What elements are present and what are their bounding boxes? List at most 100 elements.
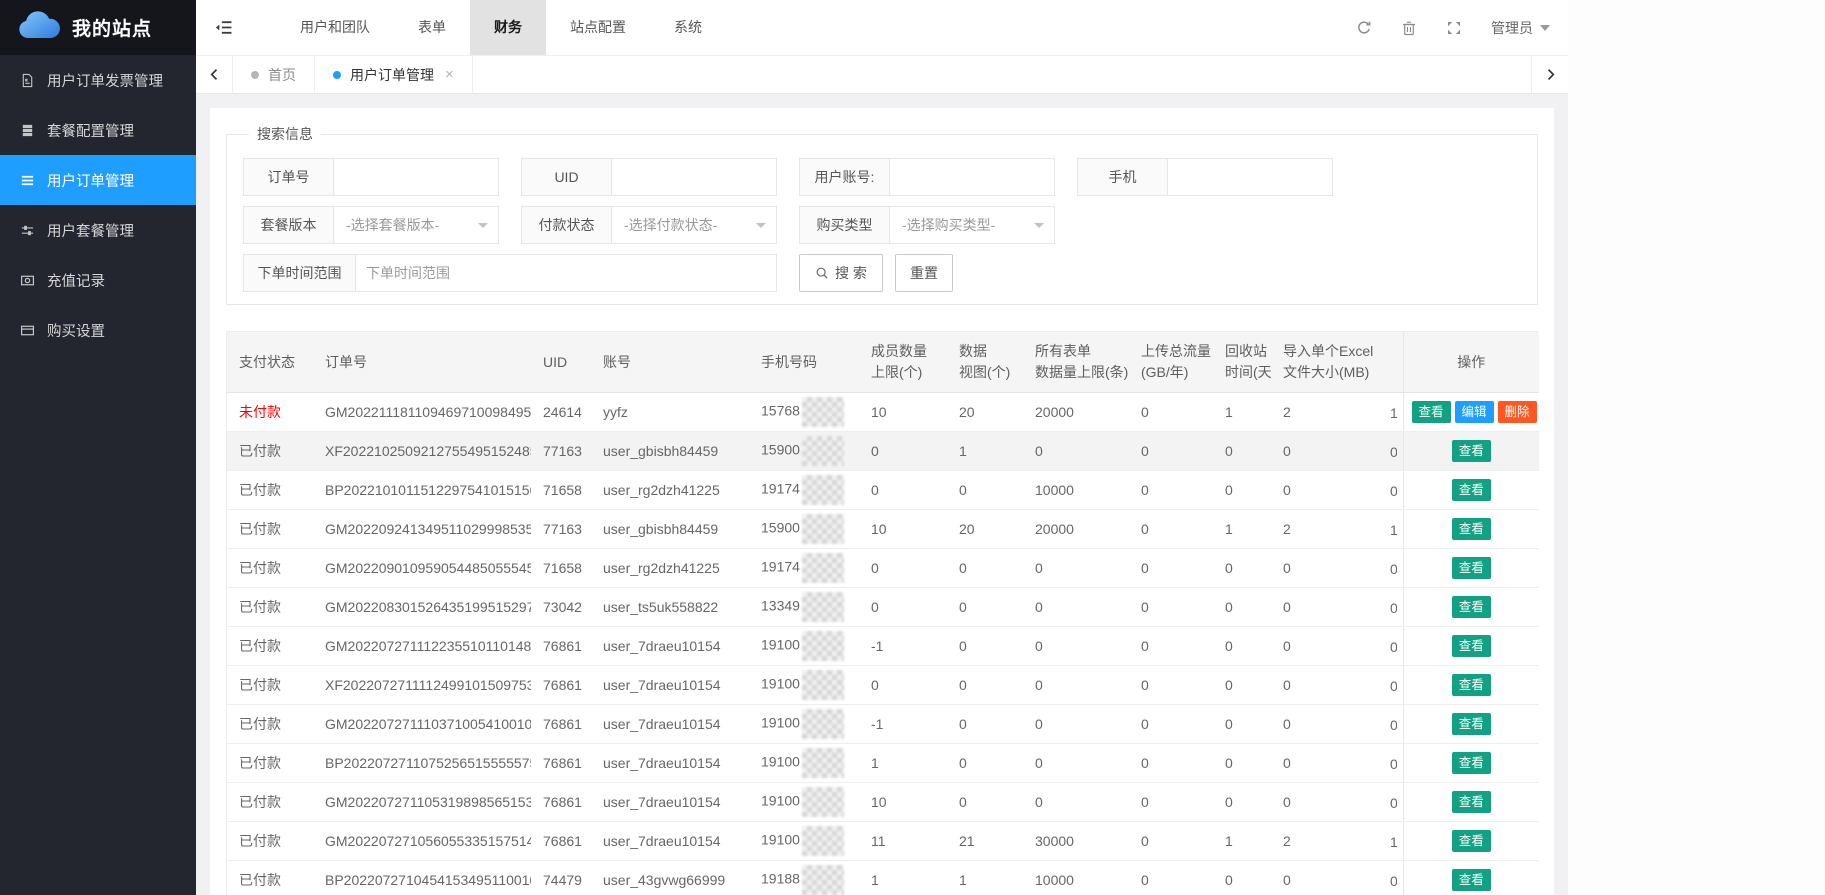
reset-button[interactable]: 重置 bbox=[895, 254, 953, 292]
close-icon[interactable]: × bbox=[445, 67, 454, 82]
data_views-cell: 20 bbox=[947, 393, 1023, 432]
view-button[interactable]: 查看 bbox=[1452, 596, 1491, 618]
sidebar-item[interactable]: 用户套餐管理 bbox=[0, 205, 196, 255]
traffic-cell: 0 bbox=[1129, 627, 1213, 666]
tab-bar: 首页用户订单管理× bbox=[196, 56, 1568, 94]
view-button[interactable]: 查看 bbox=[1452, 830, 1491, 852]
refresh-icon[interactable] bbox=[1356, 20, 1372, 36]
pay-status-select-value: -选择付款状态- bbox=[624, 217, 717, 233]
form_limit-cell: 10000 bbox=[1023, 861, 1129, 895]
phone-blur-mask bbox=[802, 670, 844, 700]
uid-input[interactable] bbox=[611, 158, 777, 196]
column-header-line1: UID bbox=[543, 352, 579, 373]
phone-blur-mask bbox=[802, 436, 844, 466]
time-range-input[interactable] bbox=[355, 254, 777, 292]
top-nav-item[interactable]: 用户和团队 bbox=[276, 0, 394, 55]
phone-cell: 19100 bbox=[749, 744, 859, 783]
truncated-value: 0 bbox=[1390, 561, 1397, 577]
chevron-down-icon bbox=[1034, 223, 1044, 233]
phone-cell: 13349 bbox=[749, 588, 859, 627]
view-button[interactable]: 查看 bbox=[1452, 869, 1491, 891]
phone-blur-mask bbox=[802, 826, 844, 856]
view-button[interactable]: 查看 bbox=[1452, 674, 1491, 696]
hidden_col-cell: 1 bbox=[1387, 822, 1403, 861]
sidebar-item[interactable]: 套餐配置管理 bbox=[0, 105, 196, 155]
open-tabs: 首页用户订单管理× bbox=[233, 56, 473, 93]
sidebar-item[interactable]: 充值记录 bbox=[0, 255, 196, 305]
truncated-value: 0 bbox=[1390, 795, 1397, 811]
collapse-sidebar-icon[interactable] bbox=[214, 19, 234, 36]
phone-prefix: 15768 bbox=[761, 403, 800, 419]
order-no-input[interactable] bbox=[333, 158, 499, 196]
actions-cell: 查看 bbox=[1403, 627, 1539, 666]
table-row: 已付款GM2022083015264351995152979773042user… bbox=[227, 588, 1539, 627]
column-header-phone: 手机号码 bbox=[749, 332, 859, 393]
phone-input[interactable] bbox=[1167, 158, 1333, 196]
table-row: 已付款GM202207271056055335157514876861user_… bbox=[227, 822, 1539, 861]
pay-status-badge: 已付款 bbox=[239, 794, 281, 810]
top-nav-item[interactable]: 表单 bbox=[394, 0, 470, 55]
member_limit-cell: 10 bbox=[859, 393, 947, 432]
fullscreen-icon[interactable] bbox=[1446, 20, 1462, 36]
status-cell: 未付款 bbox=[227, 393, 313, 432]
recycle_days-cell: 0 bbox=[1213, 588, 1271, 627]
top-nav-item[interactable]: 站点配置 bbox=[546, 0, 650, 55]
status-cell: 已付款 bbox=[227, 744, 313, 783]
column-header-line1: 订单号 bbox=[325, 352, 519, 373]
tabs-scroll-right-icon[interactable] bbox=[1531, 56, 1568, 93]
sidebar-item[interactable]: 用户订单发票管理 bbox=[0, 55, 196, 105]
edit-button[interactable]: 编辑 bbox=[1455, 401, 1494, 423]
account-cell: user_7draeu10154 bbox=[591, 627, 749, 666]
tabs-scroll-left-icon[interactable] bbox=[196, 56, 233, 93]
member_limit-cell: 0 bbox=[859, 588, 947, 627]
view-button[interactable]: 查看 bbox=[1412, 401, 1451, 423]
table-row: 已付款BP2022101011512297541015156571658user… bbox=[227, 471, 1539, 510]
package-field: 套餐版本 -选择套餐版本- bbox=[243, 206, 499, 244]
account-input[interactable] bbox=[889, 158, 1055, 196]
column-header-line1 bbox=[1390, 352, 1403, 373]
uid-cell: 76861 bbox=[531, 705, 591, 744]
uid-cell: 76861 bbox=[531, 666, 591, 705]
user-menu[interactable]: 管理员 bbox=[1491, 18, 1550, 38]
content-card: 搜索信息 订单号 UID 用户账号: bbox=[210, 108, 1554, 895]
view-button[interactable]: 查看 bbox=[1452, 635, 1491, 657]
package-select[interactable]: -选择套餐版本- bbox=[333, 206, 499, 244]
view-button[interactable]: 查看 bbox=[1452, 557, 1491, 579]
pay-status-select[interactable]: -选择付款状态- bbox=[611, 206, 777, 244]
column-header-line1: 支付状态 bbox=[239, 352, 301, 373]
status-cell: 已付款 bbox=[227, 471, 313, 510]
search-button[interactable]: 搜 索 bbox=[799, 254, 883, 292]
main-panel: 用户和团队表单财务站点配置系统 管理员 首页用户订单管理× bbox=[196, 0, 1568, 895]
delete-button[interactable]: 删除 bbox=[1498, 401, 1537, 423]
view-button[interactable]: 查看 bbox=[1452, 791, 1491, 813]
status-cell: 已付款 bbox=[227, 666, 313, 705]
sidebar-item[interactable]: 购买设置 bbox=[0, 305, 196, 355]
member_limit-cell: -1 bbox=[859, 705, 947, 744]
site-title: 我的站点 bbox=[72, 14, 152, 41]
form_limit-cell: 0 bbox=[1023, 705, 1129, 744]
top-nav-item[interactable]: 财务 bbox=[470, 0, 546, 55]
sidebar-item[interactable]: 用户订单管理 bbox=[0, 155, 196, 205]
view-button[interactable]: 查看 bbox=[1452, 713, 1491, 735]
trash-icon[interactable] bbox=[1401, 20, 1417, 36]
traffic-cell: 0 bbox=[1129, 510, 1213, 549]
uid-cell: 71658 bbox=[531, 549, 591, 588]
phone-cell: 19100 bbox=[749, 666, 859, 705]
recharge-icon bbox=[20, 273, 35, 288]
top-nav-item[interactable]: 系统 bbox=[650, 0, 726, 55]
actions-cell: 查看 bbox=[1403, 783, 1539, 822]
view-button[interactable]: 查看 bbox=[1452, 440, 1491, 462]
truncated-value: 0 bbox=[1390, 873, 1397, 889]
view-button[interactable]: 查看 bbox=[1452, 518, 1491, 540]
user-package-icon bbox=[20, 223, 35, 238]
excel_mb-cell: 0 bbox=[1271, 627, 1387, 666]
order-cell: BP20221010115122975410151565 bbox=[313, 471, 531, 510]
right-gutter bbox=[1568, 0, 1825, 895]
view-button[interactable]: 查看 bbox=[1452, 752, 1491, 774]
view-button[interactable]: 查看 bbox=[1452, 479, 1491, 501]
buy-type-select-value: -选择购买类型- bbox=[902, 217, 995, 233]
phone-cell: 19174 bbox=[749, 549, 859, 588]
breadcrumb-tab[interactable]: 用户订单管理× bbox=[315, 56, 473, 93]
buy-type-select[interactable]: -选择购买类型- bbox=[889, 206, 1055, 244]
breadcrumb-tab[interactable]: 首页 bbox=[233, 56, 315, 93]
